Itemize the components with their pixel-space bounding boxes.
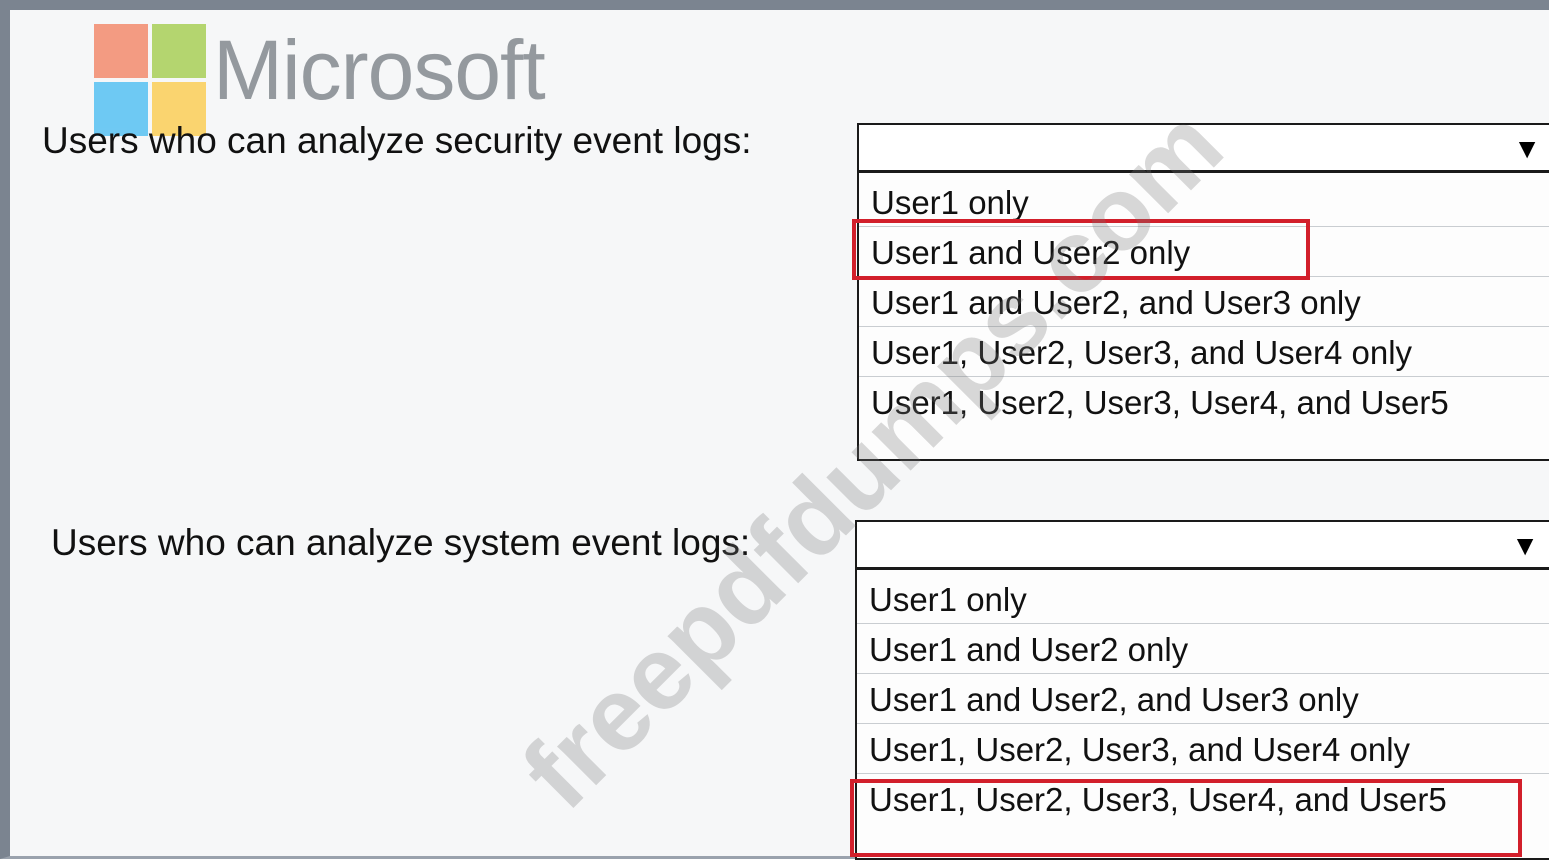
option-user1-user2-user3-only[interactable]: User1 and User2, and User3 only xyxy=(859,277,1549,327)
option-user1-user2-only[interactable]: User1 and User2 only xyxy=(857,624,1549,674)
security-logs-dropdown[interactable]: ▼ User1 only User1 and User2 only User1 … xyxy=(857,123,1549,461)
system-logs-select-box[interactable]: ▼ xyxy=(857,522,1549,570)
logo-red-square xyxy=(94,24,148,78)
option-user1-to-user5[interactable]: User1, User2, User3, User4, and User5 xyxy=(859,377,1549,427)
option-user1-only[interactable]: User1 only xyxy=(859,177,1549,227)
security-logs-question-label: Users who can analyze security event log… xyxy=(42,120,752,161)
dropdown-arrow-icon[interactable]: ▼ xyxy=(1513,135,1541,163)
system-logs-question-label: Users who can analyze system event logs: xyxy=(51,522,751,563)
brand-name: Microsoft xyxy=(213,23,546,117)
logo-green-square xyxy=(152,24,206,78)
system-logs-options-list: User1 only User1 and User2 only User1 an… xyxy=(857,570,1549,824)
security-logs-select-box[interactable]: ▼ xyxy=(859,125,1549,173)
option-user1-user2-only[interactable]: User1 and User2 only xyxy=(859,227,1549,277)
option-user1-to-user4-only[interactable]: User1, User2, User3, and User4 only xyxy=(857,724,1549,774)
option-user1-user2-user3-only[interactable]: User1 and User2, and User3 only xyxy=(857,674,1549,724)
security-logs-options-list: User1 only User1 and User2 only User1 an… xyxy=(859,173,1549,427)
answer-area: Microsoft Users who can analyze security… xyxy=(0,0,1549,860)
option-user1-to-user5[interactable]: User1, User2, User3, User4, and User5 xyxy=(857,774,1549,824)
option-user1-to-user4-only[interactable]: User1, User2, User3, and User4 only xyxy=(859,327,1549,377)
option-user1-only[interactable]: User1 only xyxy=(857,574,1549,624)
dropdown-arrow-icon[interactable]: ▼ xyxy=(1511,532,1539,560)
system-logs-dropdown[interactable]: ▼ User1 only User1 and User2 only User1 … xyxy=(855,520,1549,860)
